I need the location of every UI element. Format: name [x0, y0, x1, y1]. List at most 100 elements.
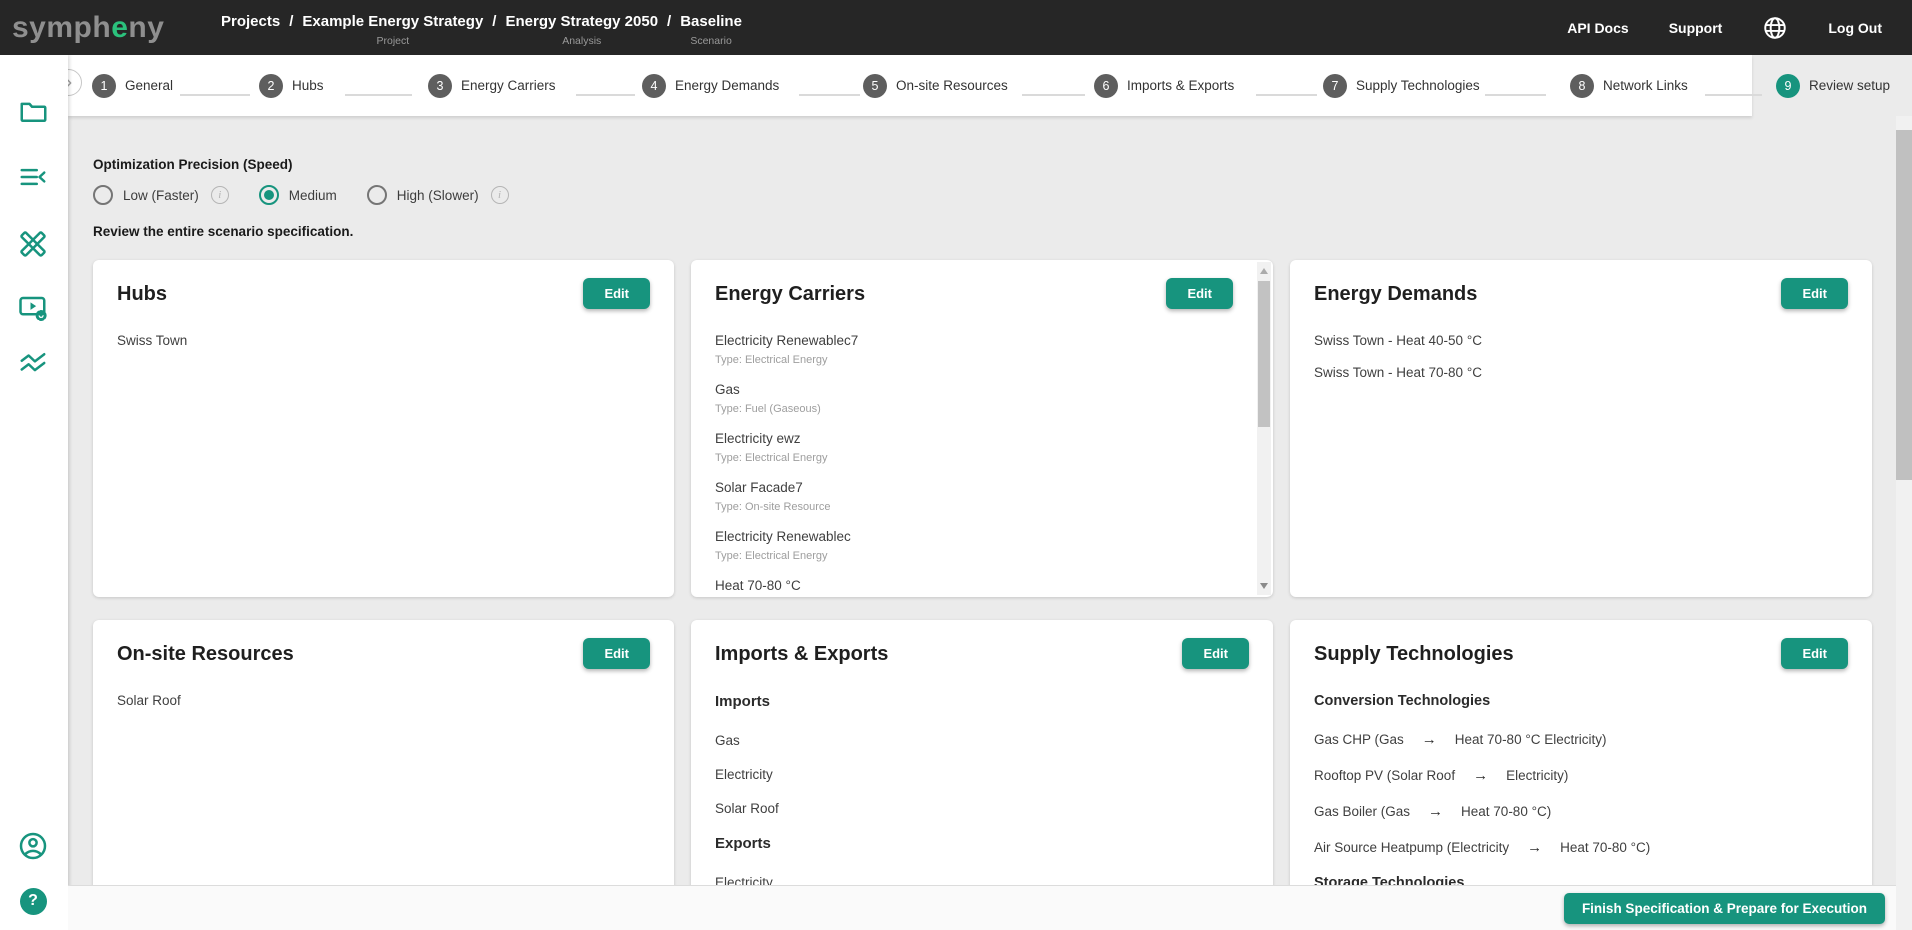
- language-globe-icon[interactable]: [1762, 15, 1788, 41]
- logo-accent-letter: e: [111, 11, 128, 45]
- folder-icon[interactable]: [16, 95, 50, 129]
- imports-heading: Imports: [715, 693, 1249, 710]
- breadcrumb-item-projects[interactable]: Projects: [221, 0, 280, 35]
- demand-item: Swiss Town - Heat 40-50 °C: [1314, 333, 1848, 348]
- account-icon[interactable]: [16, 829, 50, 863]
- step-label: General: [125, 78, 173, 93]
- info-icon[interactable]: i: [491, 186, 509, 204]
- step-1-general[interactable]: 1General: [92, 55, 173, 116]
- step-number: 7: [1323, 74, 1347, 98]
- radio-medium[interactable]: Medium: [259, 185, 337, 205]
- step-connector: [1705, 94, 1762, 96]
- supply-tech-item: Rooftop PV (Solar Roof→Electricity): [1314, 767, 1848, 784]
- imports-exports-edit-button[interactable]: Edit: [1182, 638, 1249, 669]
- setup-stepper: 1General 2 Hubs 3 Energy Carriers 4 Energy …: [68, 55, 1912, 116]
- hubs-edit-button[interactable]: Edit: [583, 278, 650, 309]
- hub-item: Swiss Town: [117, 333, 650, 348]
- card-title: Hubs: [117, 283, 650, 306]
- help-icon[interactable]: ?: [16, 884, 50, 918]
- scroll-down-icon[interactable]: [1260, 583, 1268, 589]
- header-actions: API Docs Support Log Out: [1567, 0, 1912, 55]
- menu-open-icon[interactable]: [16, 160, 50, 194]
- support-link[interactable]: Support: [1669, 20, 1723, 36]
- breadcrumb-label: Energy Strategy 2050: [505, 13, 658, 30]
- tech-output: Heat 70-80 °C): [1560, 840, 1650, 855]
- breadcrumb-item-project[interactable]: Example Energy Strategy Project: [302, 0, 483, 47]
- step-6-imports-exports[interactable]: 6Imports & Exports: [1094, 55, 1234, 116]
- review-cards-grid: Hubs Edit Swiss Town Energy Carriers Edi…: [93, 260, 1872, 930]
- import-item: Gas: [715, 733, 1249, 748]
- step-connector: [1256, 94, 1317, 96]
- logo-text-post: ny: [128, 11, 164, 45]
- page-scrollbar[interactable]: [1896, 116, 1912, 930]
- breadcrumb-separator: /: [492, 13, 496, 30]
- import-item: Electricity: [715, 767, 1249, 782]
- step-label: Hubs: [292, 78, 324, 93]
- finish-specification-button[interactable]: Finish Specification & Prepare for Execu…: [1564, 893, 1885, 924]
- step-label: Review setup: [1809, 78, 1890, 93]
- step-4-energy-demands[interactable]: 4 Energy Demands: [642, 55, 779, 116]
- step-9-review-setup[interactable]: 9Review setup: [1776, 55, 1890, 116]
- step-number: 5: [863, 74, 887, 98]
- hubs-card: Hubs Edit Swiss Town: [93, 260, 674, 597]
- step-7-supply-technologies[interactable]: 7 Supply Technologies: [1323, 55, 1480, 116]
- step-connector: [180, 94, 250, 96]
- tech-source: Gas CHP (Gas: [1314, 732, 1404, 747]
- card-title: Energy Demands: [1314, 283, 1848, 306]
- sympheny-logo[interactable]: sympheny: [0, 0, 200, 55]
- scrollbar-thumb[interactable]: [1258, 281, 1270, 427]
- radio-low-faster[interactable]: Low (Faster) i: [93, 185, 229, 205]
- demand-item: Swiss Town - Heat 70-80 °C: [1314, 365, 1848, 380]
- tech-output: Electricity): [1506, 768, 1568, 783]
- step-label: Energy Carriers: [461, 78, 556, 93]
- resource-item: Solar Roof: [117, 693, 650, 708]
- step-label: Energy Demands: [675, 78, 779, 93]
- exports-heading: Exports: [715, 835, 1249, 852]
- import-item: Solar Roof: [715, 801, 1249, 816]
- step-2-hubs[interactable]: 2 Hubs: [259, 55, 324, 116]
- info-icon[interactable]: i: [211, 186, 229, 204]
- energy-demands-edit-button[interactable]: Edit: [1781, 278, 1848, 309]
- execution-display-icon[interactable]: [16, 291, 50, 325]
- onsite-resources-edit-button[interactable]: Edit: [583, 638, 650, 669]
- carrier-name: Electricity ewz: [715, 431, 1249, 446]
- arrow-right-icon: →: [1527, 839, 1542, 856]
- step-number: 2: [259, 74, 283, 98]
- energy-carriers-edit-button[interactable]: Edit: [1166, 278, 1233, 309]
- step-8-network-links[interactable]: 8Network Links: [1570, 55, 1688, 116]
- tech-output: Heat 70-80 °C Electricity): [1455, 732, 1607, 747]
- carrier-type: Type: Fuel (Gaseous): [715, 403, 1249, 415]
- logout-link[interactable]: Log Out: [1828, 20, 1882, 36]
- step-label: Imports & Exports: [1127, 78, 1234, 93]
- carrier-type: Type: Electrical Energy: [715, 550, 1249, 562]
- supply-technologies-edit-button[interactable]: Edit: [1781, 638, 1848, 669]
- results-lines-icon[interactable]: [16, 345, 50, 379]
- radio-label: High (Slower): [397, 188, 479, 203]
- carrier-name: Solar Facade7: [715, 480, 1249, 495]
- step-connector: [576, 94, 635, 96]
- radio-high-slower[interactable]: High (Slower) i: [367, 185, 509, 205]
- review-heading: Review the entire scenario specification…: [93, 224, 353, 239]
- tech-source: Air Source Heatpump (Electricity: [1314, 840, 1509, 855]
- radio-circle: [367, 185, 387, 205]
- optimization-precision-title: Optimization Precision (Speed): [93, 157, 293, 172]
- supply-tech-item: Gas Boiler (Gas→Heat 70-80 °C): [1314, 803, 1848, 820]
- breadcrumb: Projects / Example Energy Strategy Proje…: [212, 0, 751, 55]
- carrier-name: Electricity Renewablec7: [715, 333, 1249, 348]
- help-glyph: ?: [20, 888, 47, 915]
- design-tools-icon[interactable]: [16, 227, 50, 261]
- breadcrumb-item-scenario[interactable]: Baseline Scenario: [680, 0, 742, 47]
- step-number: 4: [642, 74, 666, 98]
- step-label: Supply Technologies: [1356, 78, 1480, 93]
- page-scrollbar-thumb[interactable]: [1896, 130, 1912, 480]
- arrow-right-icon: →: [1473, 767, 1488, 784]
- carrier-name: Gas: [715, 382, 1249, 397]
- energy-carriers-card: Energy Carriers Edit Electricity Renewab…: [691, 260, 1273, 597]
- api-docs-link[interactable]: API Docs: [1567, 20, 1628, 36]
- scroll-up-icon[interactable]: [1260, 268, 1268, 274]
- step-3-energy-carriers[interactable]: 3 Energy Carriers: [428, 55, 556, 116]
- card-scrollbar[interactable]: [1257, 262, 1271, 595]
- step-number: 3: [428, 74, 452, 98]
- step-5-onsite-resources[interactable]: 5On-site Resources: [863, 55, 1008, 116]
- breadcrumb-item-analysis[interactable]: Energy Strategy 2050 Analysis: [505, 0, 658, 47]
